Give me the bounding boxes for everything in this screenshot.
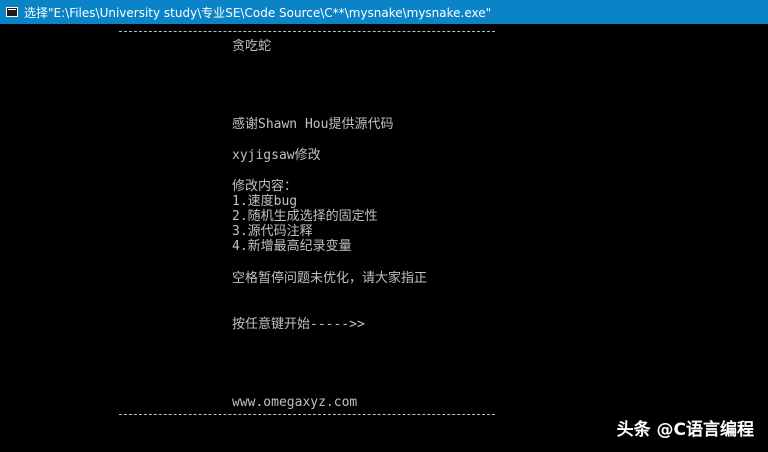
- notice-line: 空格暂停问题未优化，请大家指正: [232, 271, 428, 286]
- window-titlebar[interactable]: 选择"E:\Files\University study\专业SE\Code S…: [0, 0, 768, 24]
- start-prompt: 按任意键开始----->>: [232, 317, 365, 332]
- change-item: 3.源代码注释: [232, 224, 313, 239]
- bottom-divider: [119, 414, 495, 416]
- changes-heading: 修改内容：: [232, 179, 298, 194]
- watermark: 头条 @C语言编程: [616, 420, 754, 440]
- change-item: 4.新增最高纪录变量: [232, 239, 352, 254]
- console-window: 选择"E:\Files\University study\专业SE\Code S…: [0, 0, 768, 452]
- window-title: 选择"E:\Files\University study\专业SE\Code S…: [24, 5, 492, 20]
- thanks-line: 感谢Shawn Hou提供源代码: [232, 117, 394, 132]
- change-item: 1.速度bug: [232, 194, 298, 209]
- modifier-line: xyjigsaw修改: [232, 148, 321, 163]
- top-divider: [119, 31, 495, 33]
- console-output[interactable]: 贪吃蛇 感谢Shawn Hou提供源代码 xyjigsaw修改 修改内容： 1.…: [0, 24, 768, 452]
- game-title: 贪吃蛇: [232, 39, 272, 54]
- website-line: www.omegaxyz.com: [232, 395, 358, 410]
- change-item: 2.随机生成选择的固定性: [232, 209, 378, 224]
- console-app-icon[interactable]: [6, 7, 18, 17]
